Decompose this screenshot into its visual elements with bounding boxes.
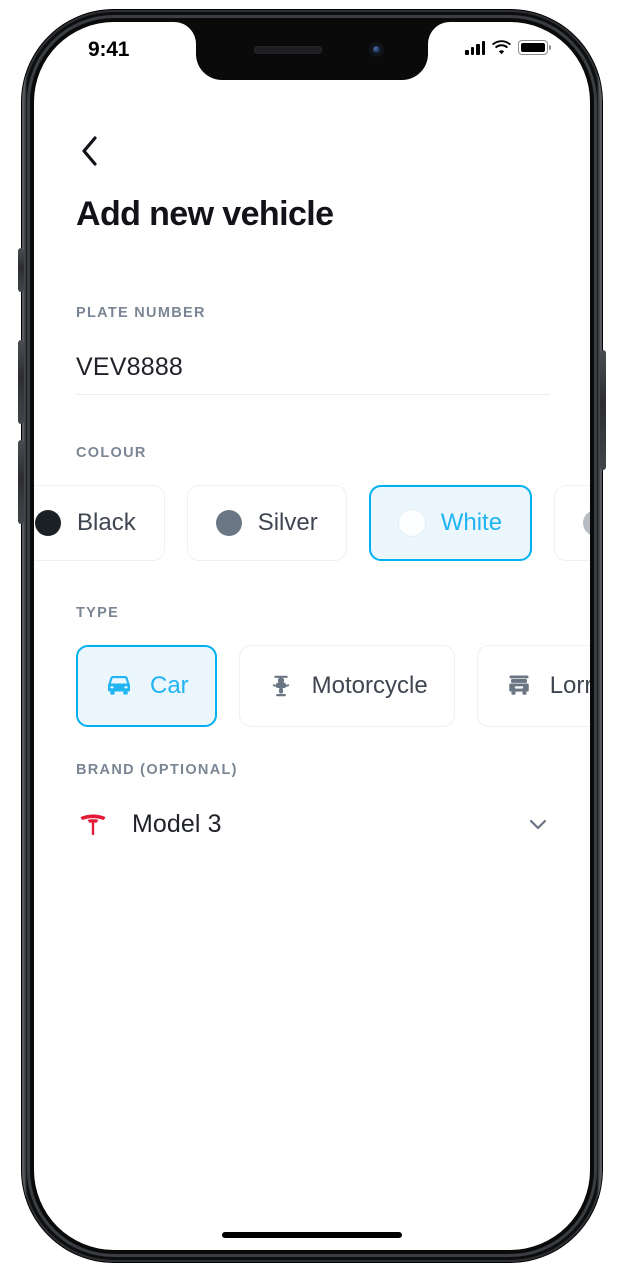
tesla-logo-icon [80, 814, 106, 835]
battery-full-icon [518, 40, 551, 55]
colour-option-black[interactable]: Black [34, 485, 165, 561]
colour-swatch-grey [583, 510, 590, 536]
battery-fill [520, 42, 546, 53]
power-button[interactable] [600, 350, 606, 470]
colour-option-white[interactable]: White [368, 485, 533, 561]
mute-switch-button[interactable] [18, 248, 24, 292]
phone-screen: 9:41 Add new vehicle PLATE NUMBER VEV888… [34, 22, 590, 1250]
type-option-lorry[interactable]: Lorry [476, 645, 590, 727]
back-button[interactable] [68, 130, 110, 172]
colour-options-scroller[interactable]: Black Silver White Grey [34, 480, 590, 566]
plate-number-underline [76, 394, 550, 396]
type-label: TYPE [76, 605, 120, 621]
plate-number-input[interactable] [76, 343, 550, 391]
colour-option-label: Silver [257, 509, 318, 536]
lorry-front-icon [504, 671, 534, 701]
type-options-list: Car Motorcycle Lorry [34, 638, 590, 734]
colour-option-grey[interactable]: Grey [554, 485, 590, 561]
notch-curve-left [174, 22, 196, 44]
colour-option-silver[interactable]: Silver [186, 485, 347, 561]
earpiece-speaker [254, 46, 322, 54]
type-options-scroller[interactable]: Car Motorcycle Lorry [34, 638, 590, 734]
colour-swatch-white [398, 510, 425, 536]
page-content: Add new vehicle PLATE NUMBER COLOUR Blac… [34, 80, 590, 1250]
page-title: Add new vehicle [76, 195, 334, 233]
volume-down-button[interactable] [18, 440, 24, 524]
colour-label: COLOUR [76, 445, 147, 461]
type-option-car[interactable]: Car [76, 645, 217, 727]
signal-bars-icon [465, 40, 485, 55]
brand-select[interactable]: Model 3 [76, 792, 550, 856]
phone-frame: 9:41 Add new vehicle PLATE NUMBER VEV888… [18, 10, 606, 1262]
home-indicator [222, 1232, 402, 1238]
colour-option-label: Black [77, 509, 136, 536]
type-option-label: Lorry [549, 672, 590, 699]
colour-option-label: White [440, 509, 503, 536]
notch [196, 22, 428, 80]
status-bar-indicators [465, 40, 551, 55]
plate-number-label: PLATE NUMBER [76, 305, 206, 321]
type-option-label: Car [150, 672, 189, 699]
brand-value: Model 3 [132, 809, 222, 838]
type-option-label: Motorcycle [311, 672, 428, 699]
chevron-left-icon [82, 136, 97, 166]
type-option-motorcycle[interactable]: Motorcycle [238, 645, 455, 727]
car-front-icon [104, 671, 134, 701]
motorcycle-front-icon [266, 671, 296, 701]
notch-curve-right [428, 22, 450, 44]
colour-swatch-silver [215, 510, 242, 536]
front-camera [369, 42, 384, 57]
colour-swatch-black [35, 510, 61, 536]
colour-options-list: Black Silver White Grey [34, 480, 590, 566]
brand-label: BRAND (OPTIONAL) [76, 762, 238, 778]
status-bar-time: 9:41 [88, 38, 130, 61]
wifi-icon [492, 40, 511, 55]
chevron-down-icon[interactable] [526, 812, 550, 836]
volume-up-button[interactable] [18, 340, 24, 424]
